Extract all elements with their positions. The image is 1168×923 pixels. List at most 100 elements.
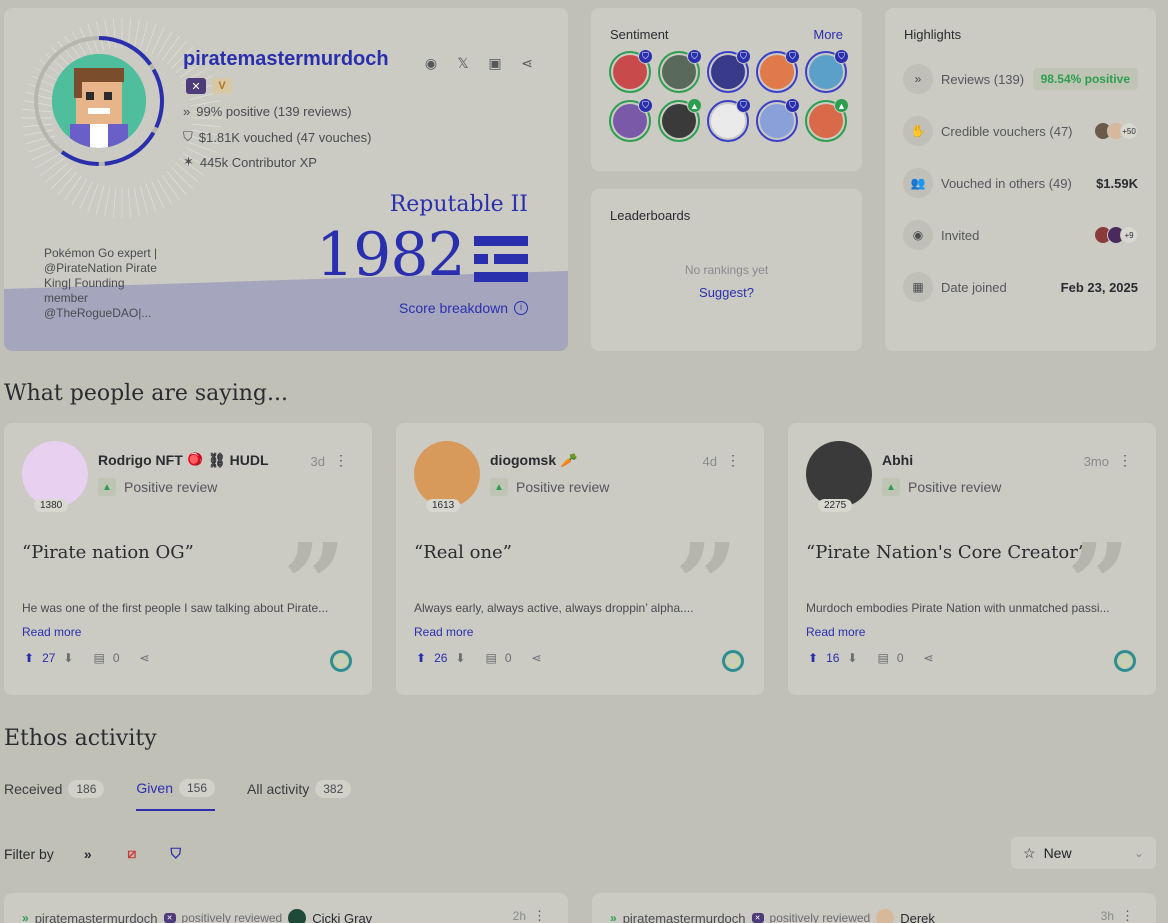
share-icon[interactable]: ⋖ — [140, 651, 150, 665]
leaderboards-card: Leaderboards No rankings yet Suggest? — [591, 189, 862, 351]
reviewer-name[interactable]: Rodrigo NFT 🪀 ⛓ HUDL — [98, 452, 269, 469]
review-time: 4d — [702, 454, 717, 469]
upvote-icon[interactable]: ⬆ — [24, 651, 34, 665]
reviewer-name[interactable]: Abhi — [882, 452, 913, 468]
review-filter-icon[interactable]: » — [78, 846, 98, 862]
comment-icon[interactable]: ▤ — [877, 651, 888, 665]
discord-icon[interactable]: ◉ — [422, 55, 440, 72]
more-menu-icon[interactable]: ⋮ — [726, 452, 740, 469]
profile-username[interactable]: piratemastermurdoch — [183, 48, 389, 71]
review-type: ▲ Positive review — [490, 478, 609, 496]
more-count: +9 — [1120, 226, 1138, 244]
score-breakdown-link[interactable]: Score breakdown i — [399, 300, 528, 316]
upvote-icon[interactable]: ⬆ — [808, 651, 818, 665]
read-more-link[interactable]: Read more — [806, 625, 865, 639]
x-icon[interactable]: 𝕏 — [454, 55, 472, 72]
activity-user[interactable]: piratemastermurdoch — [623, 911, 746, 923]
highlights-card: Highlights » Reviews (139) 98.54% positi… — [885, 8, 1156, 351]
comment-icon[interactable]: ▤ — [93, 651, 104, 665]
suggest-link[interactable]: Suggest? — [591, 285, 862, 300]
review-actions: ⬆ 26 ⬇ ▤ 0 ⋖ — [416, 651, 542, 665]
wallet-icon[interactable]: ▣ — [486, 55, 504, 72]
pirate-badge-icon[interactable]: ✕ — [186, 78, 206, 94]
sentiment-avatar[interactable]: ⛉ — [756, 49, 800, 93]
highlight-vouched[interactable]: 👥 Vouched in others (49) $1.59K — [903, 167, 1138, 199]
activity-card[interactable]: » piratemastermurdoch ✕ positively revie… — [4, 893, 568, 923]
activity-target[interactable]: Derek — [900, 911, 935, 923]
highlights-title: Highlights — [904, 27, 962, 42]
tab-all-activity[interactable]: All activity 382 — [247, 779, 352, 811]
review-type: ▲ Positive review — [882, 478, 1001, 496]
downvote-icon[interactable]: ⬇ — [63, 651, 73, 665]
activity-row: » piratemastermurdoch ✕ positively revie… — [610, 909, 935, 923]
sentiment-avatar[interactable]: ⛉ — [658, 49, 702, 93]
review-card[interactable]: 1613 diogomsk 🥕 4d ⋮ ▲ Positive review “… — [396, 423, 764, 695]
review-type-label: Positive review — [516, 479, 610, 495]
more-menu-icon[interactable]: ⋮ — [1118, 452, 1132, 469]
read-more-link[interactable]: Read more — [414, 625, 473, 639]
reviews-icon: » — [183, 104, 191, 119]
reviewer-avatar[interactable] — [806, 441, 872, 507]
vouch-icon: ⛉ — [638, 98, 653, 113]
more-menu-icon[interactable]: ⋮ — [533, 908, 546, 923]
highlight-reviews[interactable]: » Reviews (139) 98.54% positive — [903, 63, 1138, 95]
activity-card[interactable]: » piratemastermurdoch ✕ positively revie… — [592, 893, 1156, 923]
upvote-count: 26 — [434, 651, 448, 665]
pirate-badge-icon: ✕ — [751, 913, 764, 923]
sort-select[interactable]: ☆ New ⌄ — [1011, 837, 1156, 869]
sentiment-card: Sentiment More ⛉ ⛉ ⛉ ⛉ ⛉ ⛉ ▲ ⛉ ⛉ ▲ — [591, 8, 862, 171]
downvote-icon[interactable]: ⬇ — [455, 651, 465, 665]
more-menu-icon[interactable]: ⋮ — [1121, 908, 1134, 923]
sentiment-avatar[interactable]: ▲ — [658, 98, 702, 142]
more-menu-icon[interactable]: ⋮ — [334, 452, 348, 469]
highlight-credible-label: Credible vouchers (47) — [941, 123, 1073, 139]
upvote-count: 16 — [826, 651, 840, 665]
stat-xp: ✶ 445k Contributor XP — [183, 154, 317, 170]
sort-value: New — [1043, 845, 1072, 861]
sentiment-avatar[interactable]: ⛉ — [707, 49, 751, 93]
reviewer-avatar[interactable] — [414, 441, 480, 507]
share-icon[interactable]: ⋖ — [518, 55, 536, 72]
sentiment-avatar[interactable]: ⛉ — [805, 49, 849, 93]
read-more-link[interactable]: Read more — [22, 625, 81, 639]
activity-target[interactable]: Cicki Grav — [312, 911, 372, 923]
stat-vouched: ⛉ $1.81K vouched (47 vouches) — [183, 129, 372, 145]
sentiment-avatar[interactable]: ⛉ — [609, 49, 653, 93]
v-badge-icon[interactable]: V — [212, 78, 232, 94]
activity-verb: positively reviewed — [181, 911, 283, 923]
tab-given[interactable]: Given 156 — [136, 779, 216, 811]
review-text: He was one of the first people I saw tal… — [22, 601, 329, 615]
review-card[interactable]: 1380 Rodrigo NFT 🪀 ⛓ HUDL 3d ⋮ ▲ Positiv… — [4, 423, 372, 695]
stat-positive: » 99% positive (139 reviews) — [183, 104, 352, 119]
quote-icon: ” — [1066, 519, 1130, 648]
sentiment-avatar[interactable]: ▲ — [805, 98, 849, 142]
vouch-filter-icon[interactable]: ⛉ — [166, 845, 186, 862]
reviewer-name[interactable]: diogomsk 🥕 — [490, 452, 577, 469]
highlight-invited[interactable]: ◉ Invited +9 — [903, 219, 1138, 251]
sentiment-avatar[interactable]: ⛉ — [707, 98, 751, 142]
upvote-icon[interactable]: ⬆ — [416, 651, 426, 665]
comment-count: 0 — [504, 651, 512, 665]
sentiment-avatar[interactable]: ⛉ — [756, 98, 800, 142]
sentiment-avatar[interactable]: ⛉ — [609, 98, 653, 142]
downvote-icon[interactable]: ⬇ — [847, 651, 857, 665]
sentiment-title: Sentiment — [610, 27, 669, 42]
share-icon[interactable]: ⋖ — [532, 651, 542, 665]
activity-user[interactable]: piratemastermurdoch — [35, 911, 158, 923]
reviewer-avatar[interactable] — [22, 441, 88, 507]
vouch-icon: ⛉ — [736, 98, 751, 113]
tab-received[interactable]: Received 186 — [4, 779, 105, 811]
sentiment-more-link[interactable]: More — [813, 27, 843, 42]
review-actions: ⬆ 16 ⬇ ▤ 0 ⋖ — [808, 651, 934, 665]
upvote-count: 27 — [42, 651, 56, 665]
review-type-label: Positive review — [124, 479, 218, 495]
slash-filter-icon[interactable]: ⧄ — [122, 845, 142, 862]
activity-time: 2h — [512, 909, 526, 923]
comment-icon[interactable]: ▤ — [485, 651, 496, 665]
activity-tabs: Received 186 Given 156 All activity 382 — [4, 779, 352, 811]
highlight-credible[interactable]: ✋ Credible vouchers (47) +50 — [903, 115, 1138, 147]
review-card[interactable]: 2275 Abhi 3mo ⋮ ▲ Positive review “Pirat… — [788, 423, 1156, 695]
vouch-hands-icon: ✋ — [903, 116, 933, 146]
review-type: ▲ Positive review — [98, 478, 217, 496]
share-icon[interactable]: ⋖ — [924, 651, 934, 665]
